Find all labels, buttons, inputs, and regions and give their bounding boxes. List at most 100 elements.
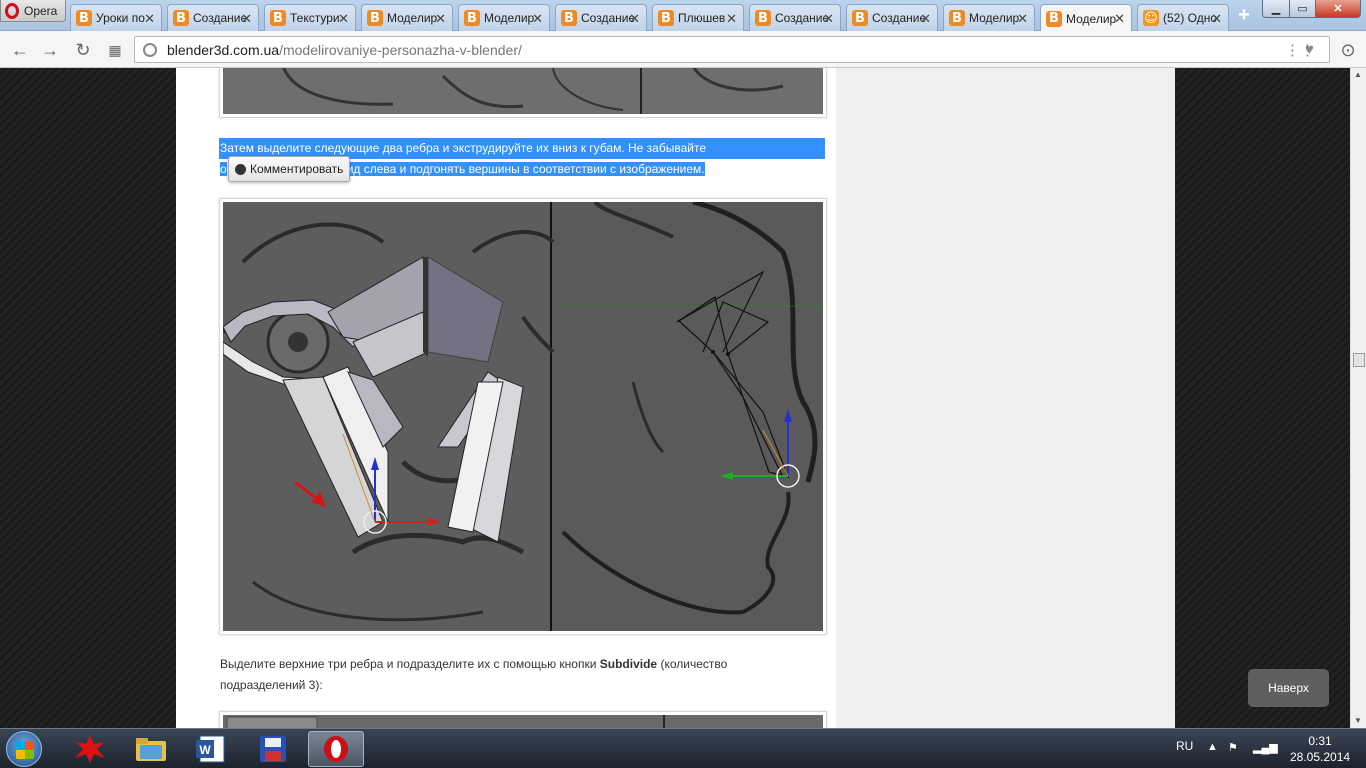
odnoklassniki-icon: ☺ bbox=[1143, 10, 1159, 26]
tab-7[interactable]: B Плюшев ✕ bbox=[652, 4, 744, 31]
tab-title: Плюшев bbox=[678, 11, 726, 25]
new-tab-button[interactable]: + bbox=[1234, 5, 1254, 26]
taskbar-app-word[interactable]: W bbox=[184, 731, 240, 767]
close-window-button[interactable]: ✕ bbox=[1315, 0, 1361, 18]
right-sidebar bbox=[836, 68, 1175, 728]
taskbar-app-save[interactable] bbox=[245, 731, 301, 767]
clock-time: 0:31 bbox=[1308, 734, 1332, 748]
opera-menu-button[interactable]: Opera bbox=[0, 0, 66, 22]
taskbar-app-explorer[interactable] bbox=[123, 731, 179, 767]
back-icon[interactable]: ← bbox=[9, 39, 31, 61]
network-signal-icon[interactable]: ▂▄▆ bbox=[1253, 741, 1278, 754]
heart-icon[interactable]: ♥ bbox=[1305, 41, 1314, 58]
taskbar-app-opera[interactable] bbox=[308, 731, 364, 767]
close-icon[interactable]: ✕ bbox=[532, 11, 543, 27]
tab-6[interactable]: B Создание ✕ bbox=[555, 4, 647, 31]
paragraph-subdivide-instructions: Выделите верхние три ребра и подразделит… bbox=[220, 654, 820, 696]
paragraph-line-2-start: о bbox=[220, 162, 227, 176]
scroll-down-icon[interactable]: ▼ bbox=[1354, 716, 1362, 725]
opera-menu-label: Opera bbox=[24, 3, 58, 18]
close-icon[interactable]: ✕ bbox=[1114, 11, 1125, 27]
close-icon[interactable]: ✕ bbox=[1211, 11, 1222, 27]
blender-screenshot-next bbox=[223, 715, 823, 728]
reload-icon[interactable]: ↻ bbox=[72, 39, 94, 61]
forward-icon[interactable]: → bbox=[39, 39, 61, 61]
tab-1[interactable]: B Уроки по ✕ bbox=[70, 4, 162, 31]
paragraph-line-2: подразделений 3): bbox=[220, 678, 323, 692]
tab-2[interactable]: B Создание ✕ bbox=[167, 4, 259, 31]
subdivide-keyword: Subdivide bbox=[599, 657, 658, 671]
tab-12[interactable]: ☺ (52) Одно ✕ bbox=[1137, 4, 1229, 31]
tab-title: Моделир bbox=[1066, 11, 1117, 26]
comment-button-label: Комментировать bbox=[250, 162, 344, 176]
blender-screenshot-previous bbox=[223, 68, 823, 114]
minimize-button[interactable]: ▁ bbox=[1262, 0, 1290, 18]
tab-4[interactable]: B Моделир ✕ bbox=[361, 4, 453, 31]
back-to-top-button[interactable]: Наверх bbox=[1248, 669, 1329, 707]
page-viewport: Затем выделите следующие два ребра и экс… bbox=[0, 68, 1350, 728]
action-center-flag-icon[interactable]: ⚑ bbox=[1228, 741, 1238, 754]
page-background-left bbox=[0, 68, 176, 728]
page-info-icon[interactable] bbox=[143, 42, 157, 57]
close-icon[interactable]: ✕ bbox=[823, 11, 834, 27]
close-icon[interactable]: ✕ bbox=[144, 11, 155, 27]
blender-icon: B bbox=[852, 10, 868, 26]
close-icon[interactable]: ✕ bbox=[435, 11, 446, 27]
opera-logo-icon bbox=[5, 2, 19, 19]
blender-icon: B bbox=[755, 10, 771, 26]
blender-icon: B bbox=[76, 10, 92, 26]
close-icon[interactable]: ✕ bbox=[338, 11, 349, 27]
tab-title: Моделир bbox=[387, 11, 438, 25]
url-host: blender3d.com.ua bbox=[167, 41, 280, 58]
windows-logo-icon bbox=[16, 741, 34, 759]
close-icon[interactable]: ✕ bbox=[241, 11, 252, 27]
blender-icon: B bbox=[173, 10, 189, 26]
tab-title: Создание bbox=[581, 11, 635, 25]
tab-11-active[interactable]: B Моделир ✕ bbox=[1040, 4, 1132, 32]
close-icon[interactable]: ✕ bbox=[726, 11, 737, 27]
article-image-next bbox=[219, 711, 827, 728]
tab-10[interactable]: B Моделир ✕ bbox=[943, 4, 1035, 31]
tab-title: Создание bbox=[872, 11, 926, 25]
scroll-up-icon[interactable]: ▲ bbox=[1354, 70, 1362, 79]
system-clock[interactable]: 0:31 28.05.2014 bbox=[1290, 733, 1350, 765]
language-indicator[interactable]: RU bbox=[1176, 739, 1193, 753]
paragraph-line-2-rest: ид слева и подгонять вершины в соответст… bbox=[346, 162, 705, 176]
tab-title: Создание bbox=[193, 11, 247, 25]
tab-3[interactable]: B Текстури ✕ bbox=[264, 4, 356, 31]
comment-button[interactable]: Комментировать bbox=[228, 156, 351, 182]
splash-app-icon bbox=[75, 736, 105, 763]
taskbar-app-paint[interactable] bbox=[62, 731, 118, 767]
paragraph-text: (количество bbox=[657, 657, 728, 671]
close-icon[interactable]: ✕ bbox=[629, 11, 640, 27]
windows-taskbar: W RU ▲ ⚑ ▂▄▆ 0:31 28.05.2014 bbox=[0, 728, 1366, 768]
folder-icon bbox=[136, 738, 166, 761]
tab-9[interactable]: B Создание ✕ bbox=[846, 4, 938, 31]
tab-title: Моделир bbox=[969, 11, 1020, 25]
vertical-scrollbar[interactable]: ▲ ▼ bbox=[1350, 68, 1366, 728]
tab-5[interactable]: B Моделир ✕ bbox=[458, 4, 550, 31]
tab-8[interactable]: B Создание ✕ bbox=[749, 4, 841, 31]
address-field[interactable]: blender3d.com.ua/modelirovaniye-personaz… bbox=[134, 36, 1330, 63]
svg-text:W: W bbox=[199, 743, 211, 757]
floppy-disk-icon bbox=[260, 736, 286, 762]
scrollbar-thumb[interactable] bbox=[1353, 353, 1365, 367]
download-icon[interactable]: ⊙ bbox=[1337, 39, 1359, 61]
blender-icon: B bbox=[367, 10, 383, 26]
close-icon[interactable]: ✕ bbox=[920, 11, 931, 27]
article-image-previous bbox=[219, 68, 827, 118]
maximize-button[interactable]: ▭ bbox=[1289, 0, 1316, 18]
speed-dial-icon[interactable]: ▦ bbox=[104, 39, 126, 61]
blender-icon: B bbox=[464, 10, 480, 26]
blender-icon: B bbox=[1046, 10, 1062, 27]
blender-icon: B bbox=[658, 10, 674, 26]
tab-title: Моделир bbox=[484, 11, 535, 25]
article-image-extrude bbox=[219, 198, 827, 635]
blender-screenshot-extrude bbox=[221, 199, 823, 631]
close-icon[interactable]: ✕ bbox=[1017, 11, 1028, 27]
clock-date: 28.05.2014 bbox=[1290, 750, 1351, 764]
navigation-bar: ← → ↻ ▦ blender3d.com.ua/modelirovaniye-… bbox=[0, 31, 1366, 68]
show-hidden-icons[interactable]: ▲ bbox=[1207, 741, 1218, 753]
url-path: /modelirovaniye-personazha-v-blender/ bbox=[279, 41, 522, 58]
start-button[interactable] bbox=[6, 731, 42, 767]
